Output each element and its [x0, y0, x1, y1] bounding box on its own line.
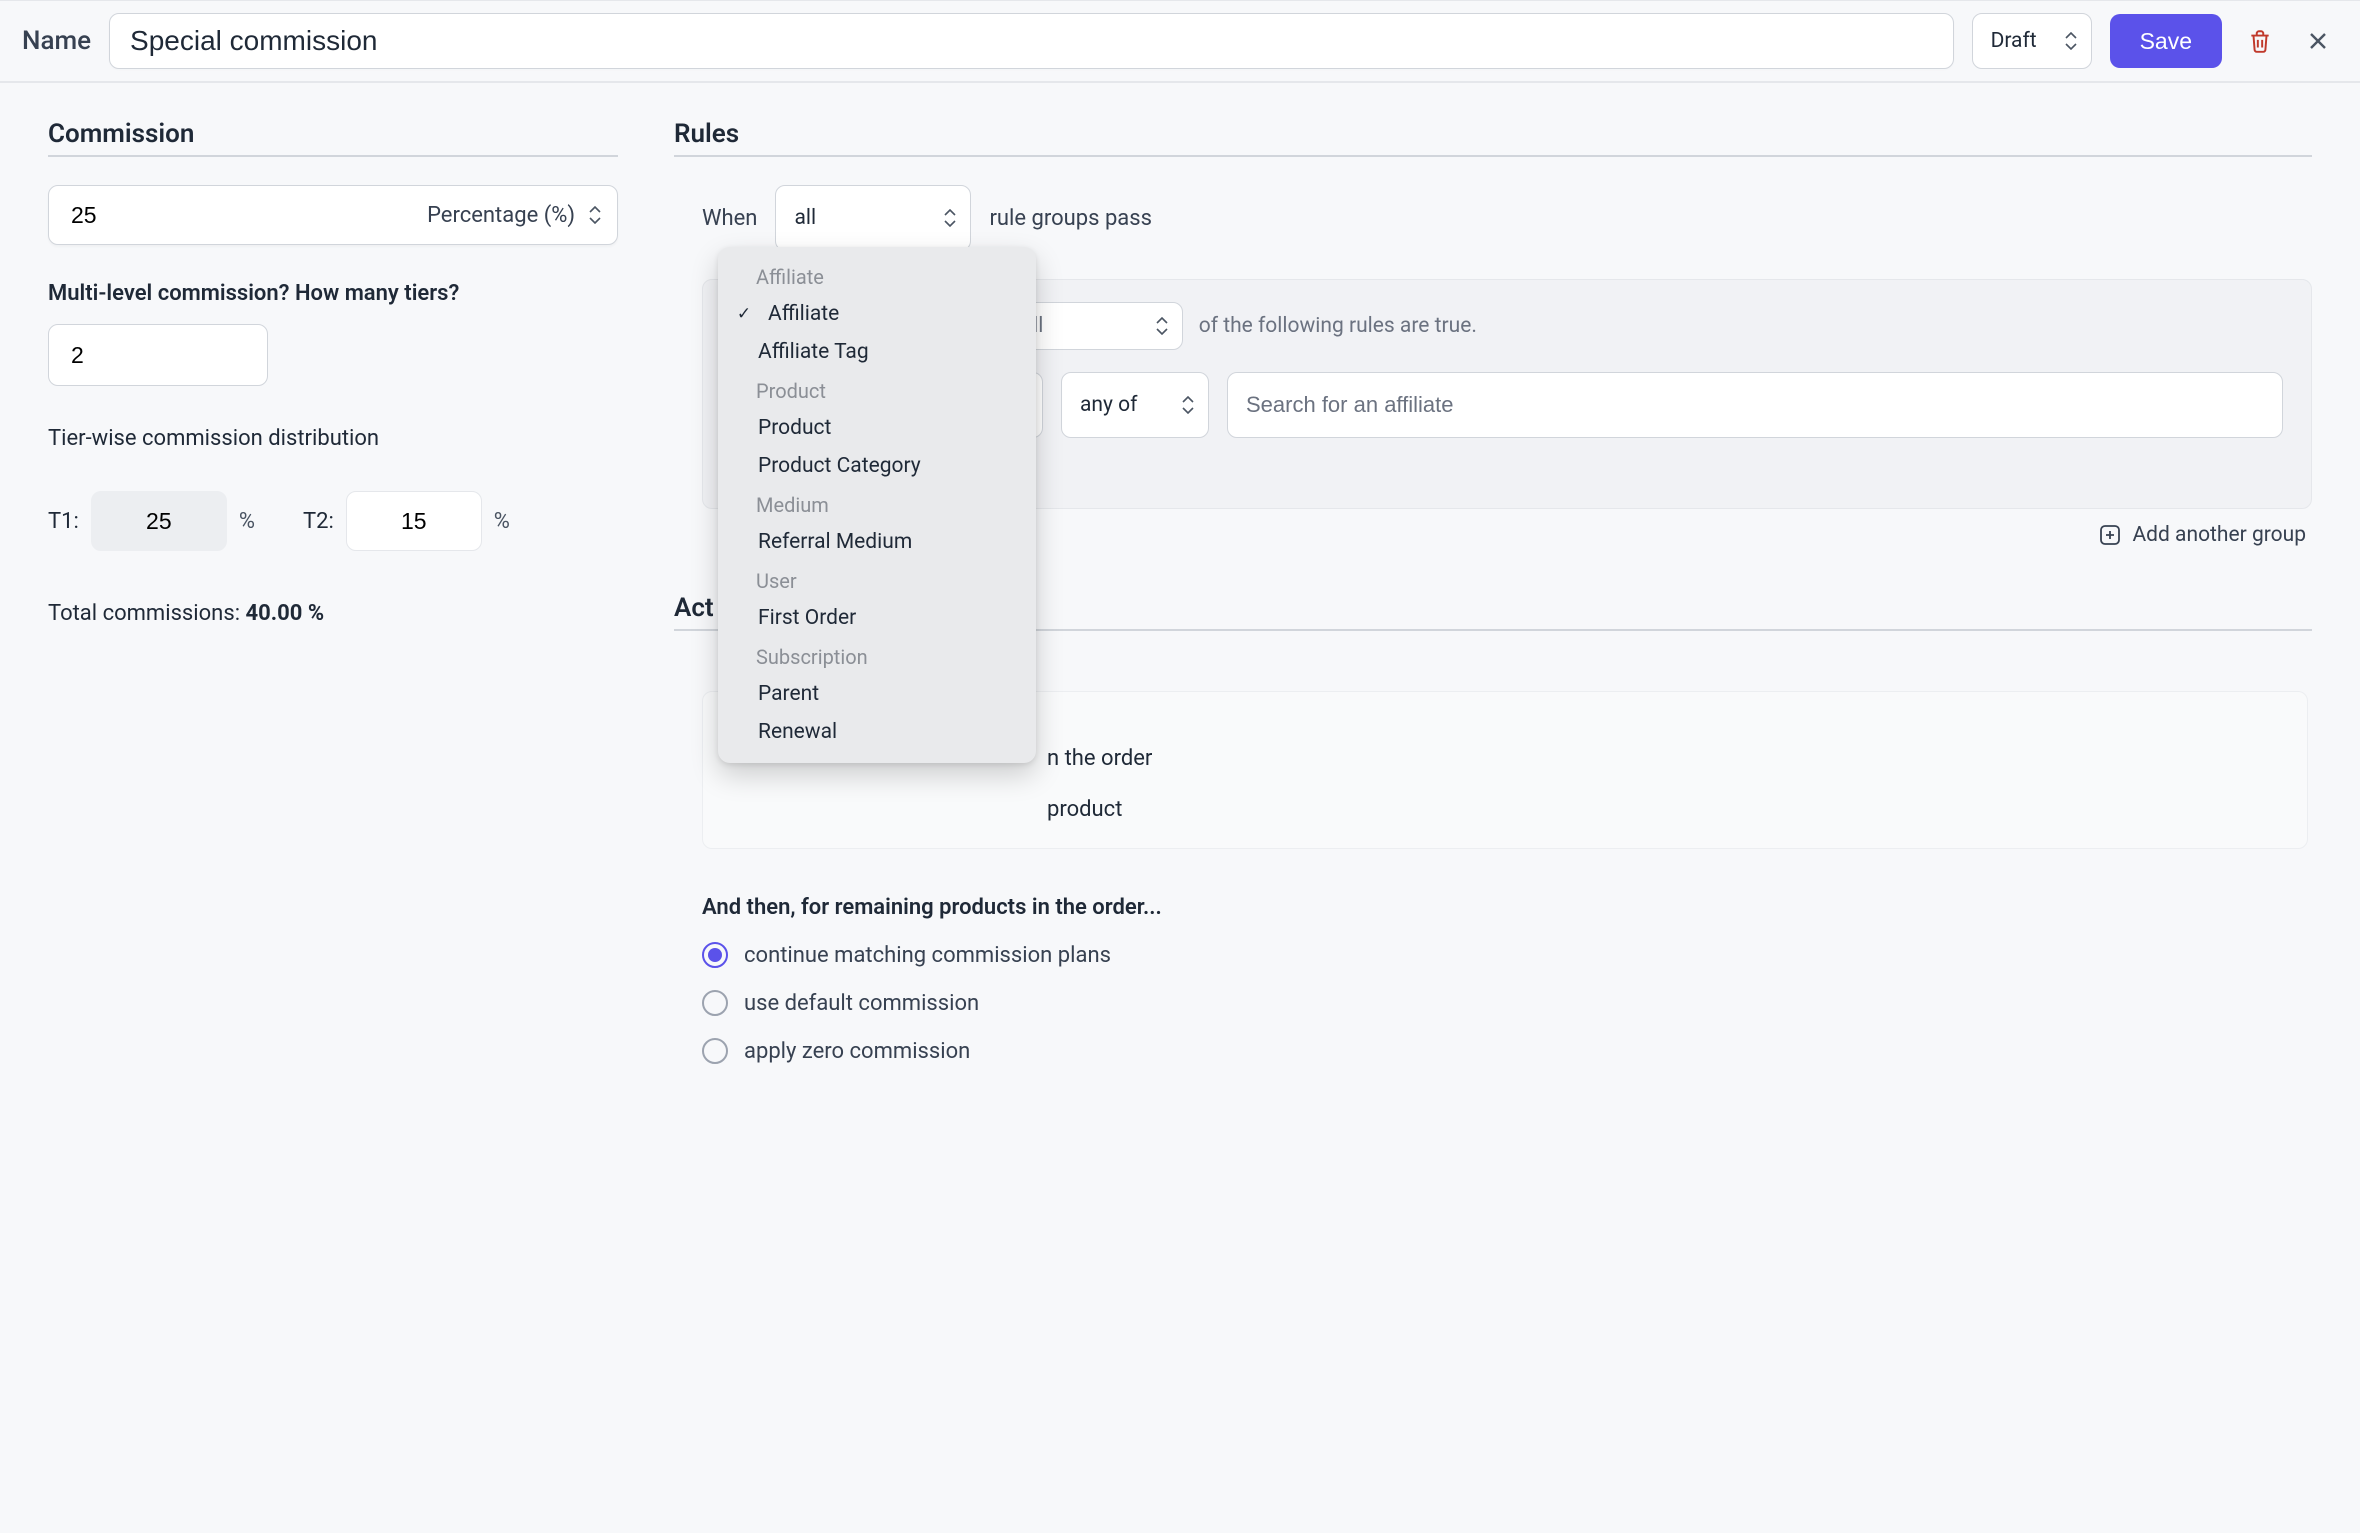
save-button[interactable]: Save — [2110, 14, 2222, 68]
rule-operator-select[interactable]: any of — [1061, 372, 1209, 438]
status-value: Draft — [1991, 29, 2037, 53]
then-heading: And then, for remaining products in the … — [702, 895, 2312, 920]
tier2-input[interactable] — [346, 491, 482, 551]
then-option-zero[interactable]: apply zero commission — [702, 1038, 2312, 1064]
add-group-label: Add another group — [2132, 523, 2306, 547]
header-bar: Name Draft Save — [0, 0, 2360, 83]
then-option-default[interactable]: use default commission — [702, 990, 2312, 1016]
plus-square-icon — [2098, 523, 2122, 547]
dropdown-item-affiliate[interactable]: ✓ Affiliate — [718, 295, 1036, 333]
close-button[interactable] — [2298, 21, 2338, 61]
name-label: Name — [22, 26, 91, 56]
when-select[interactable]: all — [775, 185, 971, 251]
commission-row: Percentage (%) — [48, 185, 618, 245]
chevron-updown-icon — [1156, 317, 1168, 335]
status-select[interactable]: Draft — [1972, 13, 2092, 69]
dropdown-item-referral-medium[interactable]: Referral Medium — [718, 523, 1036, 561]
percent-sign: % — [494, 509, 510, 534]
dropdown-item-first-order[interactable]: First Order — [718, 599, 1036, 637]
dropdown-group-label: Affiliate — [718, 257, 1036, 295]
then-option-label: use default commission — [744, 991, 979, 1016]
when-suffix: rule groups pass — [989, 206, 1152, 231]
tier-label: T1: — [48, 509, 79, 534]
chevron-updown-icon — [1182, 396, 1194, 414]
chevron-updown-icon — [589, 206, 601, 224]
dropdown-group-label: Medium — [718, 485, 1036, 523]
dropdown-group-label: User — [718, 561, 1036, 599]
chevron-updown-icon — [2065, 32, 2077, 50]
then-option-continue[interactable]: continue matching commission plans — [702, 942, 2312, 968]
radio-icon — [702, 942, 728, 968]
delete-button[interactable] — [2240, 21, 2280, 61]
commission-title: Commission — [48, 119, 618, 157]
close-icon — [2306, 29, 2330, 53]
dropdown-group-label: Product — [718, 371, 1036, 409]
total-commissions: Total commissions: 40.00 % — [48, 601, 618, 626]
rule-row: any of — [1011, 372, 2283, 438]
when-value: all — [794, 206, 816, 230]
commission-type-value: Percentage (%) — [427, 203, 575, 228]
commission-value-input[interactable] — [71, 202, 427, 229]
tiers-count-input[interactable] — [48, 324, 268, 386]
tier-label: T2: — [303, 509, 334, 534]
rules-title: Rules — [674, 119, 2312, 157]
dropdown-item-parent[interactable]: Parent — [718, 675, 1036, 713]
group-suffix: of the following rules are true. — [1199, 314, 1477, 338]
multi-level-label: Multi-level commission? How many tiers? — [48, 281, 618, 306]
chevron-updown-icon — [944, 209, 956, 227]
rule-operator-value: any of — [1080, 393, 1137, 417]
then-option-label: apply zero commission — [744, 1039, 970, 1064]
commission-type-select[interactable]: Percentage (%) — [427, 203, 601, 228]
dropdown-item-product[interactable]: Product — [718, 409, 1036, 447]
then-option-label: continue matching commission plans — [744, 943, 1111, 968]
then-block: And then, for remaining products in the … — [702, 869, 2312, 1064]
trash-icon — [2247, 27, 2273, 55]
percent-sign: % — [239, 509, 255, 534]
check-icon: ✓ — [732, 304, 756, 324]
rule-type-dropdown[interactable]: Affiliate ✓ Affiliate Affiliate Tag Prod… — [718, 247, 1036, 763]
radio-icon — [702, 990, 728, 1016]
radio-icon — [702, 1038, 728, 1064]
tier1-input — [91, 491, 227, 551]
obscured-text: product — [731, 797, 2279, 822]
rules-when-row: When all rule groups pass — [674, 185, 2312, 251]
tier-distribution-row: T1: % T2: % — [48, 491, 618, 551]
dropdown-item-renewal[interactable]: Renewal — [718, 713, 1036, 751]
dropdown-group-label: Subscription — [718, 637, 1036, 675]
when-label: When — [702, 206, 757, 231]
dropdown-item-product-category[interactable]: Product Category — [718, 447, 1036, 485]
affiliate-search-input[interactable] — [1227, 372, 2283, 438]
distribution-label: Tier-wise commission distribution — [48, 426, 618, 451]
name-input[interactable] — [109, 13, 1954, 69]
dropdown-item-affiliate-tag[interactable]: Affiliate Tag — [718, 333, 1036, 371]
